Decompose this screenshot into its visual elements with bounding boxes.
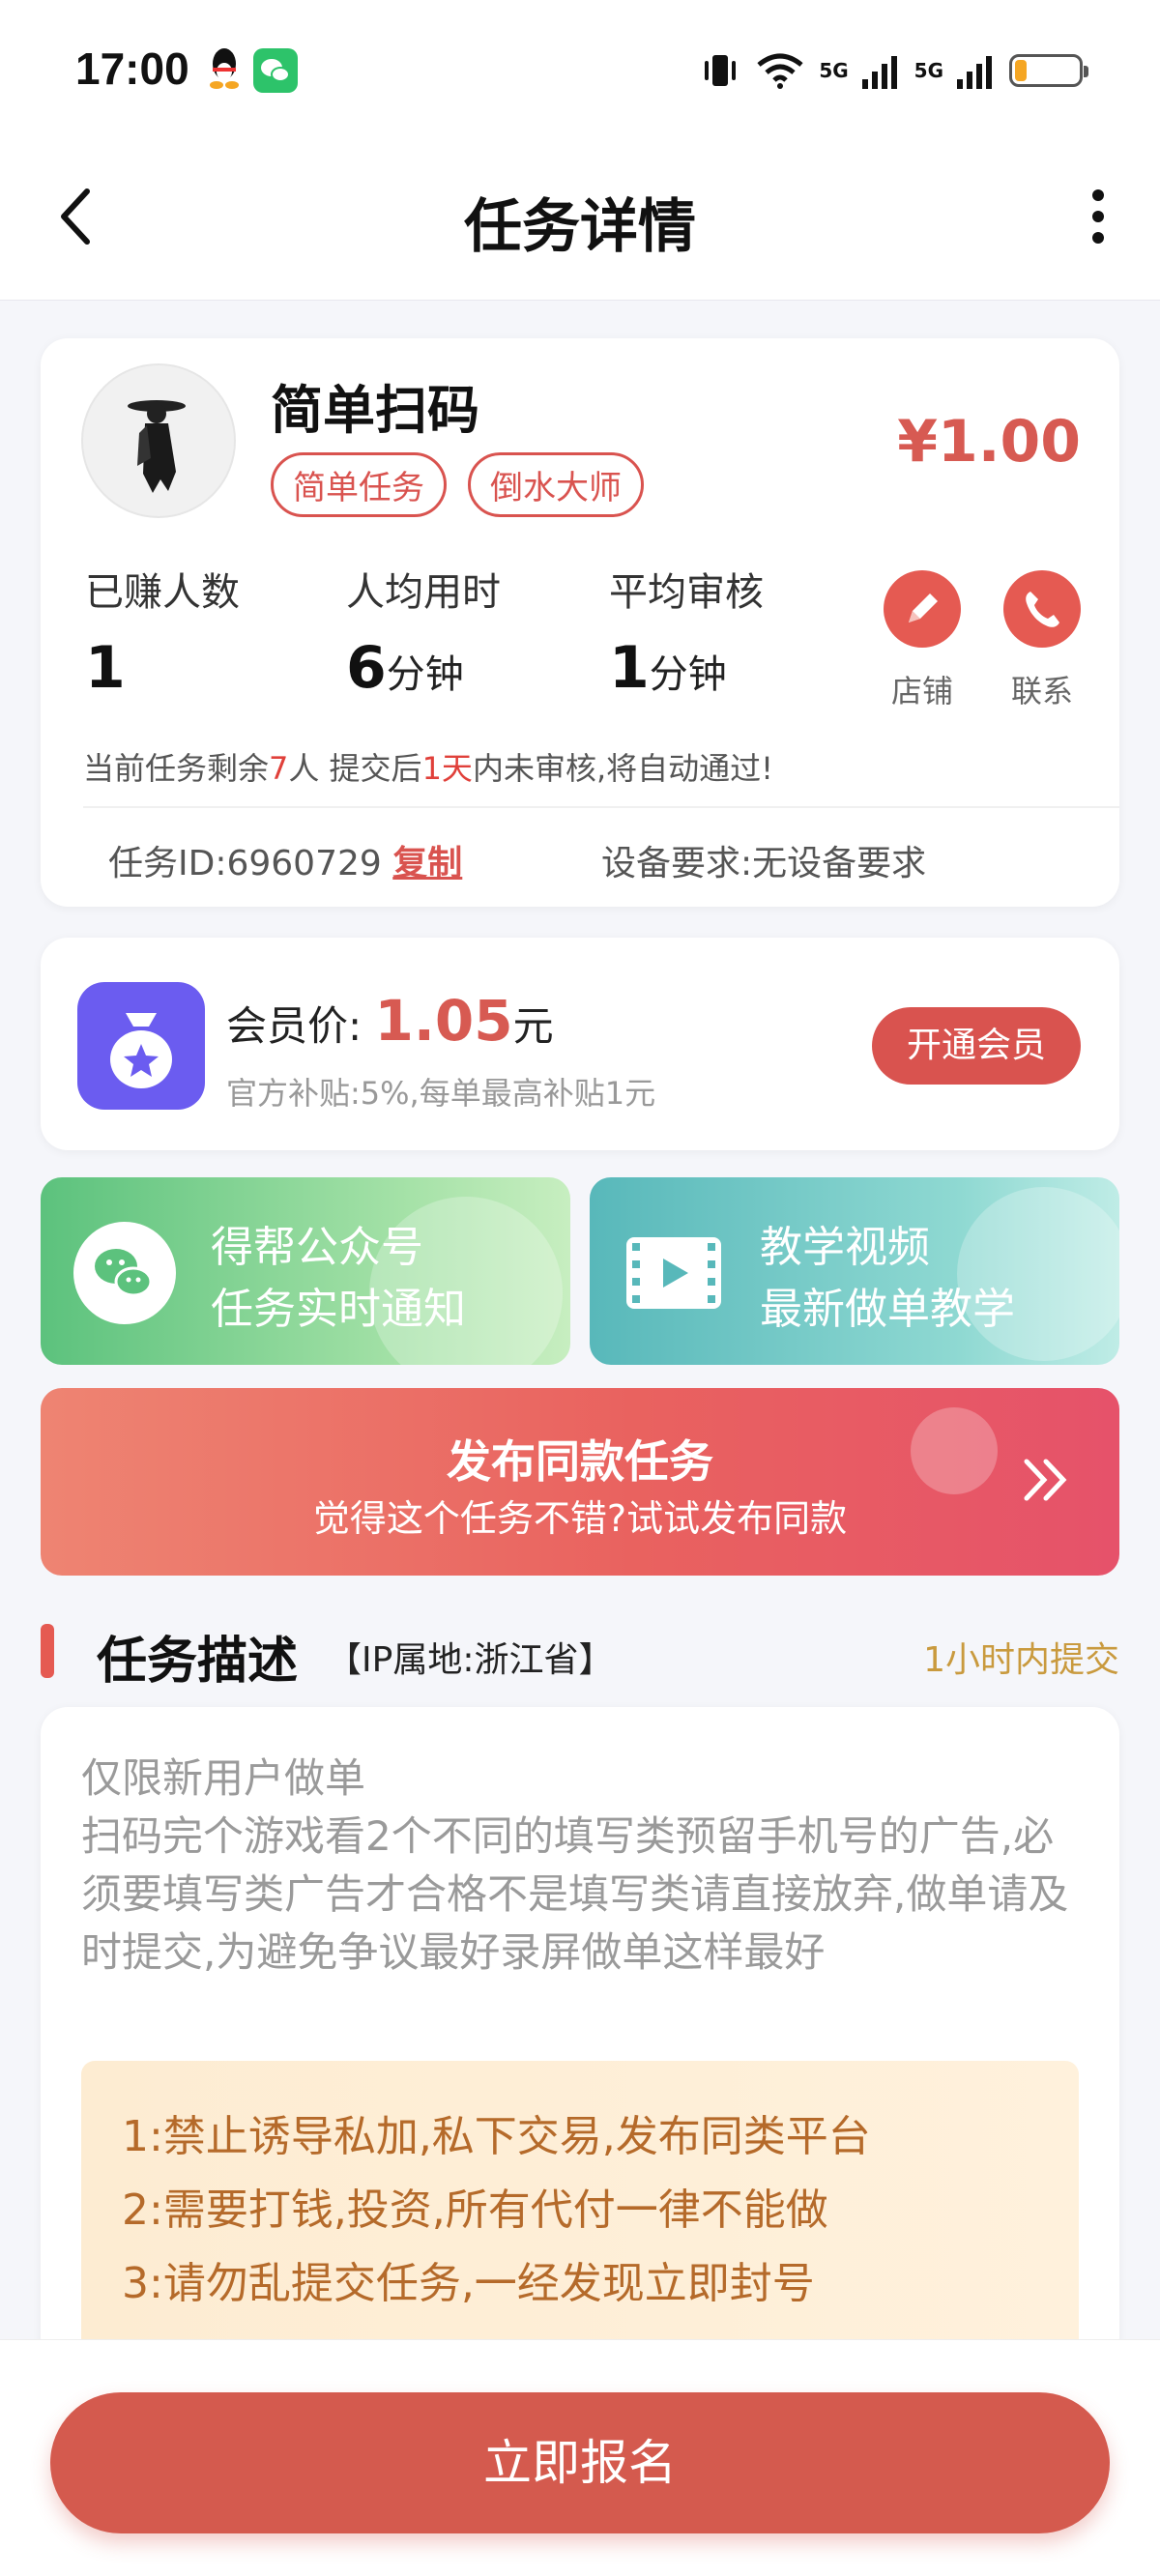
video-icon — [626, 1237, 721, 1309]
contact-label: 联系 — [1010, 673, 1073, 709]
rule-1: 1:禁止诱导私加,私下交易,发布同类平台 — [122, 2112, 871, 2161]
stat-value: 6分钟 — [346, 634, 464, 702]
task-tags: 简单任务 倒水大师 — [271, 452, 644, 517]
rule-3: 3:请勿乱提交任务,一经发现立即封号 — [122, 2259, 815, 2308]
task-price: ¥1.00 — [897, 408, 1081, 476]
wechat-banner-title: 得帮公众号 — [211, 1223, 423, 1272]
rules-box: 1:禁止诱导私加,私下交易,发布同类平台 2:需要打钱,投资,所有代付一律不能做… — [81, 2061, 1079, 2380]
task-title: 简单扫码 — [271, 380, 479, 441]
wechat-official-banner[interactable]: 得帮公众号 任务实时通知 — [41, 1177, 570, 1365]
task-info-card: 简单扫码 简单任务 倒水大师 ¥1.00 已赚人数 1 人均用时 6分钟 平均审… — [41, 338, 1119, 907]
tag-game-name: 倒水大师 — [468, 452, 644, 517]
phone-icon — [1026, 592, 1059, 627]
page-title: 任务详情 — [464, 193, 696, 261]
wechat-notification-icon — [253, 48, 298, 93]
section-title: 任务描述 — [97, 1633, 299, 1691]
stat-avg-time: 人均用时 6分钟 — [346, 561, 501, 702]
stat-value: 1分钟 — [609, 634, 727, 702]
publish-same-task-banner[interactable]: 发布同款任务 觉得这个任务不错?试试发布同款 — [41, 1388, 1119, 1576]
avatar-figure-icon — [128, 400, 186, 493]
task-id: 任务ID:6960729 复制 — [108, 844, 463, 883]
wechat-banner-subtitle: 任务实时通知 — [211, 1285, 466, 1334]
stat-label: 已赚人数 — [85, 570, 240, 615]
publish-subtitle: 觉得这个任务不错?试试发布同款 — [312, 1497, 848, 1540]
description-text: 仅限新用户做单 扫码完个游戏看2个不同的填写类预留手机号的广告,必须要填写类广告… — [81, 1754, 1069, 1976]
video-banner-subtitle: 最新做单教学 — [760, 1285, 1015, 1334]
network-type-2: 5G — [914, 59, 943, 82]
stat-label: 人均用时 — [346, 570, 501, 615]
open-vip-button[interactable]: 开通会员 — [872, 1007, 1081, 1085]
stat-label: 平均审核 — [609, 570, 764, 615]
copy-id-button[interactable]: 复制 — [392, 844, 462, 883]
more-options-icon[interactable] — [1075, 178, 1121, 255]
device-requirement: 设备要求:无设备要求 — [601, 844, 927, 883]
publisher-avatar[interactable] — [81, 363, 236, 518]
bottom-action-bar: 立即报名 — [0, 2339, 1160, 2576]
task-description-card: 仅限新用户做单 扫码完个游戏看2个不同的填写类预留手机号的广告,必须要填写类广告… — [41, 1707, 1119, 2380]
vip-price-card: 会员价: 1.05元 官方补贴:5%,每单最高补贴1元 开通会员 — [41, 938, 1119, 1150]
divider — [83, 806, 1119, 808]
status-bar: 17:00 5G 5G — [0, 0, 1160, 145]
video-banner-title: 教学视频 — [760, 1223, 930, 1272]
submit-time-limit: 1小时内提交 — [923, 1640, 1119, 1680]
stat-value: 1 — [85, 634, 126, 702]
section-accent-bar — [41, 1624, 54, 1678]
money-bag-icon — [77, 982, 205, 1110]
status-icons: 5G 5G — [699, 46, 1088, 95]
stat-earned-count: 已赚人数 1 — [85, 561, 240, 702]
vibrate-icon — [705, 55, 737, 86]
stat-avg-review: 平均审核 1分钟 — [609, 561, 764, 702]
vip-price-text: 会员价: 1.05元 — [226, 988, 554, 1054]
contact-button[interactable] — [1003, 570, 1081, 648]
remain-info: 当前任务剩余7人 提交后1天内未审核,将自动通过! — [83, 750, 773, 787]
qq-icon — [210, 48, 239, 89]
rule-2: 2:需要打钱,投资,所有代付一律不能做 — [122, 2185, 828, 2235]
pencil-icon — [909, 593, 938, 622]
signal-icon — [861, 56, 897, 89]
wifi-icon — [757, 53, 803, 89]
vip-subsidy: 官方补贴:5%,每单最高补贴1元 — [226, 1075, 656, 1112]
shop-label: 店铺 — [890, 673, 953, 709]
publish-title: 发布同款任务 — [447, 1435, 713, 1488]
shop-button[interactable] — [884, 570, 961, 648]
tutorial-video-banner[interactable]: 教学视频 最新做单教学 — [590, 1177, 1119, 1365]
network-type-1: 5G — [819, 59, 849, 82]
tag-simple-task: 简单任务 — [271, 452, 447, 517]
battery-icon — [1009, 54, 1088, 87]
apply-now-button[interactable]: 立即报名 — [50, 2392, 1110, 2533]
wechat-icon — [73, 1222, 176, 1324]
status-time: 17:00 — [75, 43, 189, 94]
nav-bar: 任务详情 — [0, 145, 1160, 301]
signal-icon-2 — [957, 56, 992, 89]
ip-location: 【IP属地:浙江省】 — [327, 1640, 614, 1680]
double-chevron-right-icon — [1024, 1459, 1067, 1501]
